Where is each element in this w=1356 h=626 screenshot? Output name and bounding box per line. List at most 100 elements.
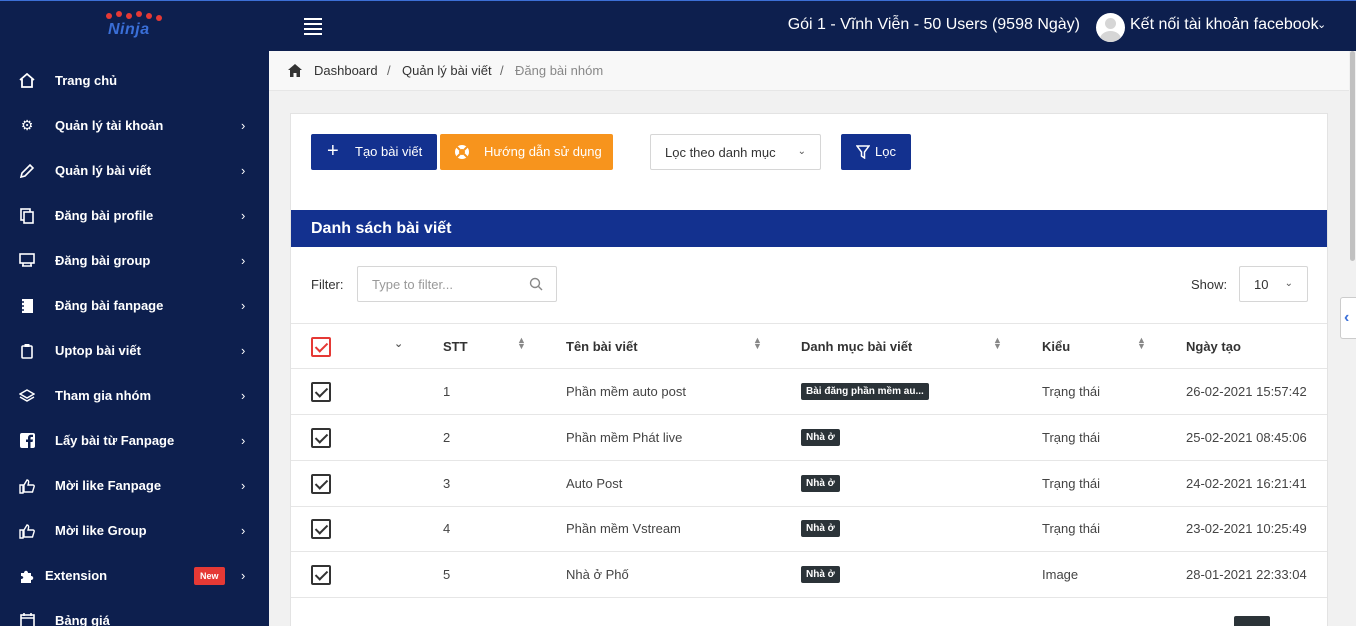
sort-icon[interactable]: ▲ ▼ — [993, 336, 1002, 351]
chevron-right-icon: › — [241, 208, 246, 223]
row-date: 23-02-2021 10:25:49 — [1186, 521, 1307, 536]
calendar-icon — [18, 612, 36, 626]
row-date: 26-02-2021 15:57:42 — [1186, 384, 1307, 399]
home-icon[interactable] — [288, 64, 302, 77]
layers-icon — [18, 387, 36, 405]
chevron-down-icon[interactable]: ⌄ — [394, 337, 403, 350]
row-stt: 5 — [443, 567, 451, 582]
sidebar-item-label: Lấy bài từ Fanpage — [55, 433, 175, 448]
row-date: 24-02-2021 16:21:41 — [1186, 476, 1307, 491]
row-stt: 3 — [443, 476, 451, 491]
sidebar-item-group-post[interactable]: Đăng bài group › — [0, 238, 269, 283]
sidebar-item-label: Đăng bài profile — [55, 208, 154, 223]
sidebar: Trang chủ ⚙ Quản lý tài khoản › Quản lý … — [0, 51, 269, 626]
sidebar-item-accounts[interactable]: ⚙ Quản lý tài khoản › — [0, 103, 269, 148]
row-checkbox[interactable] — [311, 474, 331, 494]
column-type[interactable]: Kiểu — [1042, 339, 1070, 354]
row-checkbox[interactable] — [311, 382, 331, 402]
list-title: Danh sách bài viết — [311, 220, 452, 237]
filter-button[interactable]: Lọc — [841, 134, 911, 170]
menu-toggle-icon[interactable] — [304, 18, 322, 35]
chevron-down-icon: ⌄ — [1284, 278, 1293, 289]
lifebuoy-icon — [454, 144, 470, 163]
chevron-left-icon: ‹ — [1344, 309, 1350, 326]
select-all-checkbox[interactable] — [311, 337, 331, 357]
row-checkbox[interactable] — [311, 519, 331, 539]
category-badge: Nhà ở — [801, 475, 840, 492]
plan-info: Gói 1 - Vĩnh Viễn - 50 Users (9598 Ngày) — [787, 16, 1080, 33]
breadcrumb-posts[interactable]: Quản lý bài viết — [402, 63, 492, 78]
row-name: Phần mềm auto post — [566, 384, 686, 399]
page-size-select[interactable]: 10 ⌄ — [1239, 266, 1308, 302]
sidebar-item-profile-post[interactable]: Đăng bài profile › — [0, 193, 269, 238]
show-label: Show: — [1191, 277, 1228, 292]
row-type: Trạng thái — [1042, 430, 1101, 445]
table-row[interactable]: 1 Phần mềm auto post Bài đăng phần mềm a… — [291, 369, 1327, 415]
column-stt[interactable]: STT — [443, 339, 468, 354]
new-badge: New — [194, 566, 225, 585]
sidebar-item-extension[interactable]: Extension New › — [0, 553, 269, 598]
side-panel-toggle[interactable]: ‹ — [1340, 297, 1356, 339]
row-checkbox[interactable] — [311, 565, 331, 585]
category-filter-select[interactable]: Lọc theo danh mục ⌄ — [650, 134, 821, 170]
sidebar-item-fanpage-post[interactable]: Đăng bài fanpage › — [0, 283, 269, 328]
sidebar-item-invite-fanpage[interactable]: Mời like Fanpage › — [0, 463, 269, 508]
sidebar-item-join-group[interactable]: Tham gia nhóm › — [0, 373, 269, 418]
sidebar-item-label: Quản lý tài khoản — [55, 118, 164, 133]
filter-input[interactable] — [357, 266, 557, 302]
chevron-right-icon: › — [241, 298, 246, 313]
chevron-down-icon[interactable]: ⌄ — [1317, 18, 1326, 31]
sidebar-item-label: Uptop bài viết — [55, 343, 141, 358]
sidebar-item-label: Đăng bài fanpage — [55, 298, 164, 313]
chevron-right-icon: › — [241, 388, 246, 403]
facebook-icon — [18, 432, 36, 450]
chevron-right-icon: › — [241, 568, 246, 583]
chevron-right-icon: › — [241, 523, 246, 538]
column-name[interactable]: Tên bài viết — [566, 339, 638, 354]
row-type: Image — [1042, 567, 1079, 582]
plus-icon: + — [327, 140, 339, 162]
row-checkbox[interactable] — [311, 428, 331, 448]
account-menu-label[interactable]: Kết nối tài khoản facebook — [1130, 16, 1319, 34]
column-category[interactable]: Danh mục bài viết — [801, 339, 912, 354]
sidebar-item-fanpage-fetch[interactable]: Lấy bài từ Fanpage › — [0, 418, 269, 463]
chevron-right-icon: › — [241, 433, 246, 448]
column-date[interactable]: Ngày tạo — [1186, 339, 1241, 354]
copy-icon — [18, 207, 36, 225]
row-type: Trạng thái — [1042, 384, 1101, 399]
category-filter-value: Lọc theo danh mục — [665, 145, 776, 160]
sidebar-item-pricing[interactable]: Bảng giá — [0, 598, 269, 626]
sidebar-item-posts[interactable]: Quản lý bài viết › — [0, 148, 269, 193]
sidebar-item-uptop[interactable]: Uptop bài viết › — [0, 328, 269, 373]
pagination-button[interactable] — [1234, 616, 1270, 626]
breadcrumb-separator: / — [500, 63, 504, 78]
top-navbar: Ninja Gói 1 - Vĩnh Viễn - 50 Users (9598… — [0, 0, 1356, 51]
page-size-value: 10 — [1254, 277, 1269, 292]
clipboard-icon — [18, 342, 36, 360]
table-row[interactable]: 3 Auto Post Nhà ở Trạng thái 24-02-2021 … — [291, 461, 1327, 507]
row-date: 25-02-2021 08:45:06 — [1186, 430, 1307, 445]
sort-icon[interactable]: ▲ ▼ — [1137, 336, 1146, 351]
scrollbar-thumb[interactable] — [1350, 51, 1355, 261]
row-type: Trạng thái — [1042, 521, 1101, 536]
breadcrumb-separator: / — [387, 63, 391, 78]
guide-button[interactable]: Hướng dẫn sử dụng — [440, 134, 613, 170]
thumbs-up-icon — [18, 522, 36, 540]
filter-text-label: Filter: — [311, 277, 344, 292]
row-stt: 2 — [443, 430, 451, 445]
table-row[interactable]: 2 Phần mềm Phát live Nhà ở Trạng thái 25… — [291, 415, 1327, 461]
sidebar-item-label: Mời like Group — [55, 523, 147, 538]
sidebar-item-home[interactable]: Trang chủ — [0, 58, 269, 103]
home-icon — [18, 72, 36, 90]
create-post-button[interactable]: + Tạo bài viết — [311, 134, 437, 170]
table-row[interactable]: 4 Phần mềm Vstream Nhà ở Trạng thái 23-0… — [291, 506, 1327, 552]
sidebar-item-invite-group[interactable]: Mời like Group › — [0, 508, 269, 553]
sort-icon[interactable]: ▲ ▼ — [517, 336, 526, 351]
sort-icon[interactable]: ▲ ▼ — [753, 336, 762, 351]
app-logo[interactable]: Ninja — [100, 11, 170, 43]
gear-icon: ⚙ — [20, 117, 34, 133]
row-name: Phần mềm Vstream — [566, 521, 681, 536]
table-row[interactable]: 5 Nhà ở Phố Nhà ở Image 28-01-2021 22:33… — [291, 552, 1327, 598]
avatar[interactable] — [1096, 13, 1125, 42]
breadcrumb-dashboard[interactable]: Dashboard — [314, 63, 378, 78]
